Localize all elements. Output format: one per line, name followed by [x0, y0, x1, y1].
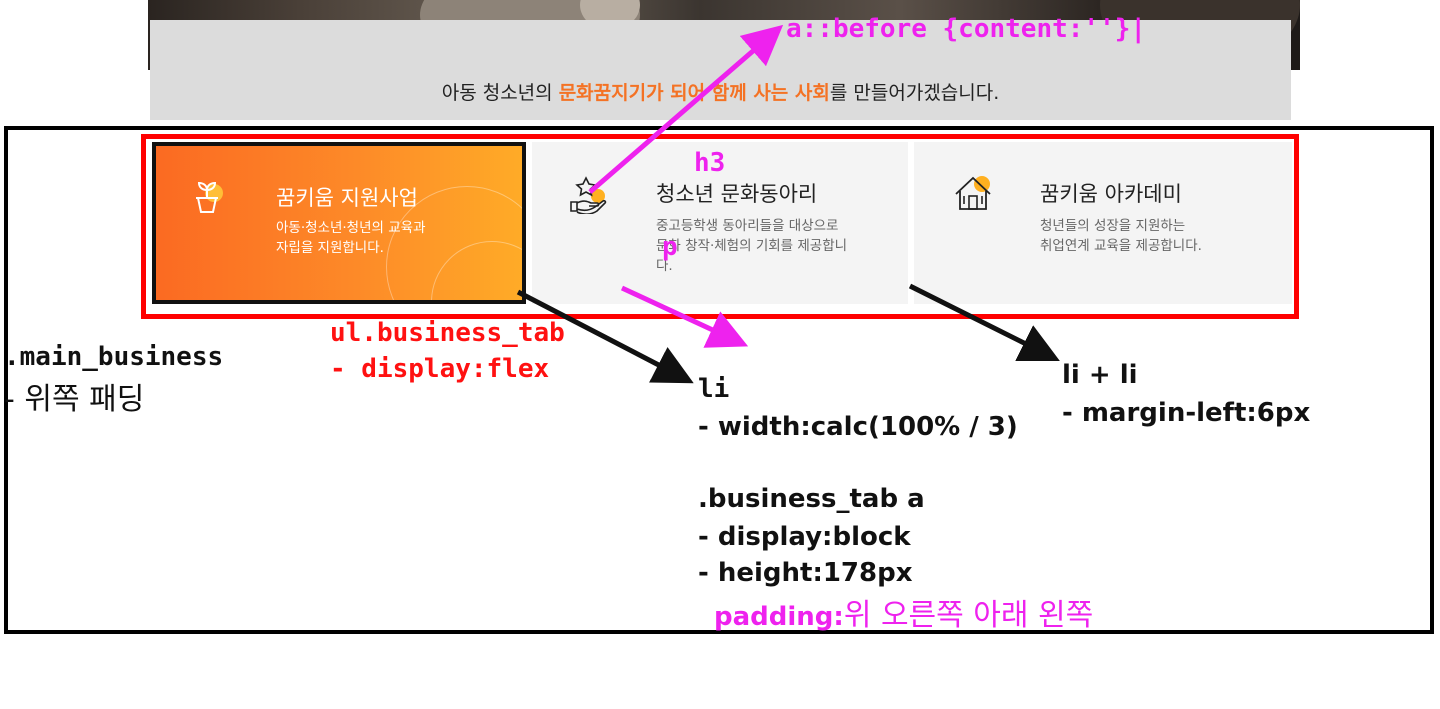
- annotation-a-rule2: - height:178px: [698, 558, 913, 588]
- annotation-a-title: .business_tab a: [698, 484, 925, 514]
- arrow-padding: [620, 285, 749, 348]
- annotation-main-title: .main_business: [4, 342, 224, 372]
- arrow-li-li: [908, 283, 1060, 361]
- annotation-li-li-rule: - margin-left:6px: [1062, 398, 1311, 428]
- annotation-li-title: li: [698, 374, 730, 404]
- annotation-before: a::before {content:''}|: [786, 14, 1147, 44]
- annotation-a-rule1: - display:block: [698, 522, 911, 552]
- annotation-padding: padding:위 오른쪽 아래 왼쪽: [714, 598, 1094, 633]
- annotation-li-rule: - width:calc(100% / 3): [698, 412, 1018, 442]
- annotation-ul-title: ul.business_tab: [330, 318, 565, 348]
- annotation-main-rule: - 위쪽 패딩: [4, 382, 145, 417]
- arrow-before: [588, 24, 784, 194]
- annotation-h3: h3: [694, 148, 726, 178]
- annotation-ul-rule: - display:flex: [330, 354, 550, 384]
- annotation-p: p: [662, 232, 678, 262]
- annotation-li-li-title: li + li: [1062, 360, 1138, 390]
